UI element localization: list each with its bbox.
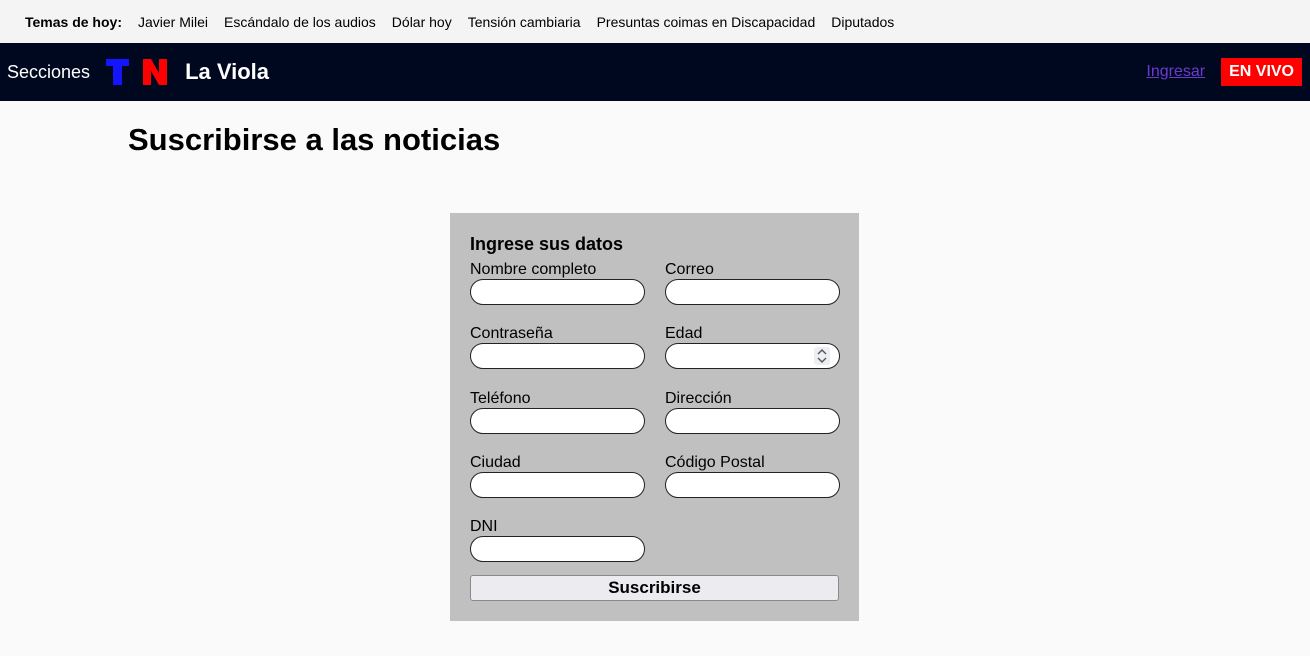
topics-bar: Temas de hoy: Javier Milei Escándalo de … — [0, 0, 1310, 43]
number-spinner[interactable] — [814, 347, 830, 365]
sections-menu-button[interactable]: Secciones — [7, 62, 90, 83]
label-correo: Correo — [665, 261, 714, 278]
field-direccion: Dirección — [665, 390, 841, 434]
nombre-input[interactable] — [471, 280, 644, 304]
telefono-input[interactable] — [471, 409, 644, 433]
login-link[interactable]: Ingresar — [1146, 63, 1205, 81]
label-ciudad: Ciudad — [470, 454, 521, 471]
ciudad-input[interactable] — [471, 473, 644, 497]
topic-link[interactable]: Escándalo de los audios — [224, 14, 376, 30]
logo-letter-t — [106, 59, 130, 85]
field-telefono: Teléfono — [470, 390, 646, 434]
field-codigo-postal: Código Postal — [665, 454, 841, 498]
label-dni: DNI — [470, 518, 498, 535]
label-edad: Edad — [665, 325, 703, 342]
page-title: Suscribirse a las noticias — [128, 122, 501, 157]
logo-letter-n — [143, 59, 168, 85]
label-contrasena: Contraseña — [470, 325, 553, 342]
field-correo: Correo — [665, 261, 841, 305]
topic-link[interactable]: Javier Milei — [138, 14, 208, 30]
codigo-postal-input[interactable] — [666, 473, 839, 497]
topic-link[interactable]: Dólar hoy — [392, 14, 452, 30]
label-nombre: Nombre completo — [470, 261, 597, 278]
section-title: La Viola — [185, 59, 270, 84]
contrasena-input[interactable] — [471, 344, 644, 368]
topic-link[interactable]: Tensión cambiaria — [468, 14, 581, 30]
topics-label: Temas de hoy: — [25, 13, 122, 30]
spinner-arrows-icon — [817, 349, 827, 363]
direccion-input[interactable] — [666, 409, 839, 433]
live-button[interactable]: EN VIVO — [1221, 58, 1302, 86]
label-codigo-postal: Código Postal — [665, 454, 765, 471]
field-nombre: Nombre completo — [470, 261, 646, 305]
main-navbar: Secciones La Viola Ingresar EN VIVO — [0, 43, 1310, 101]
field-edad: Edad — [665, 325, 841, 369]
subscribe-button[interactable]: Suscribirse — [470, 575, 839, 601]
field-contrasena: Contraseña — [470, 325, 646, 369]
topic-link[interactable]: Diputados — [831, 14, 894, 30]
form-title: Ingrese sus datos — [470, 234, 624, 254]
dni-input[interactable] — [471, 537, 644, 561]
topic-link[interactable]: Presuntas coimas en Discapacidad — [597, 14, 816, 30]
correo-input[interactable] — [666, 280, 839, 304]
subscription-form: Ingrese sus datos Nombre completo Correo… — [450, 213, 859, 621]
tn-logo[interactable] — [106, 59, 168, 85]
field-dni: DNI — [470, 518, 646, 562]
label-telefono: Teléfono — [470, 390, 531, 407]
label-direccion: Dirección — [665, 390, 732, 407]
field-ciudad: Ciudad — [470, 454, 646, 498]
